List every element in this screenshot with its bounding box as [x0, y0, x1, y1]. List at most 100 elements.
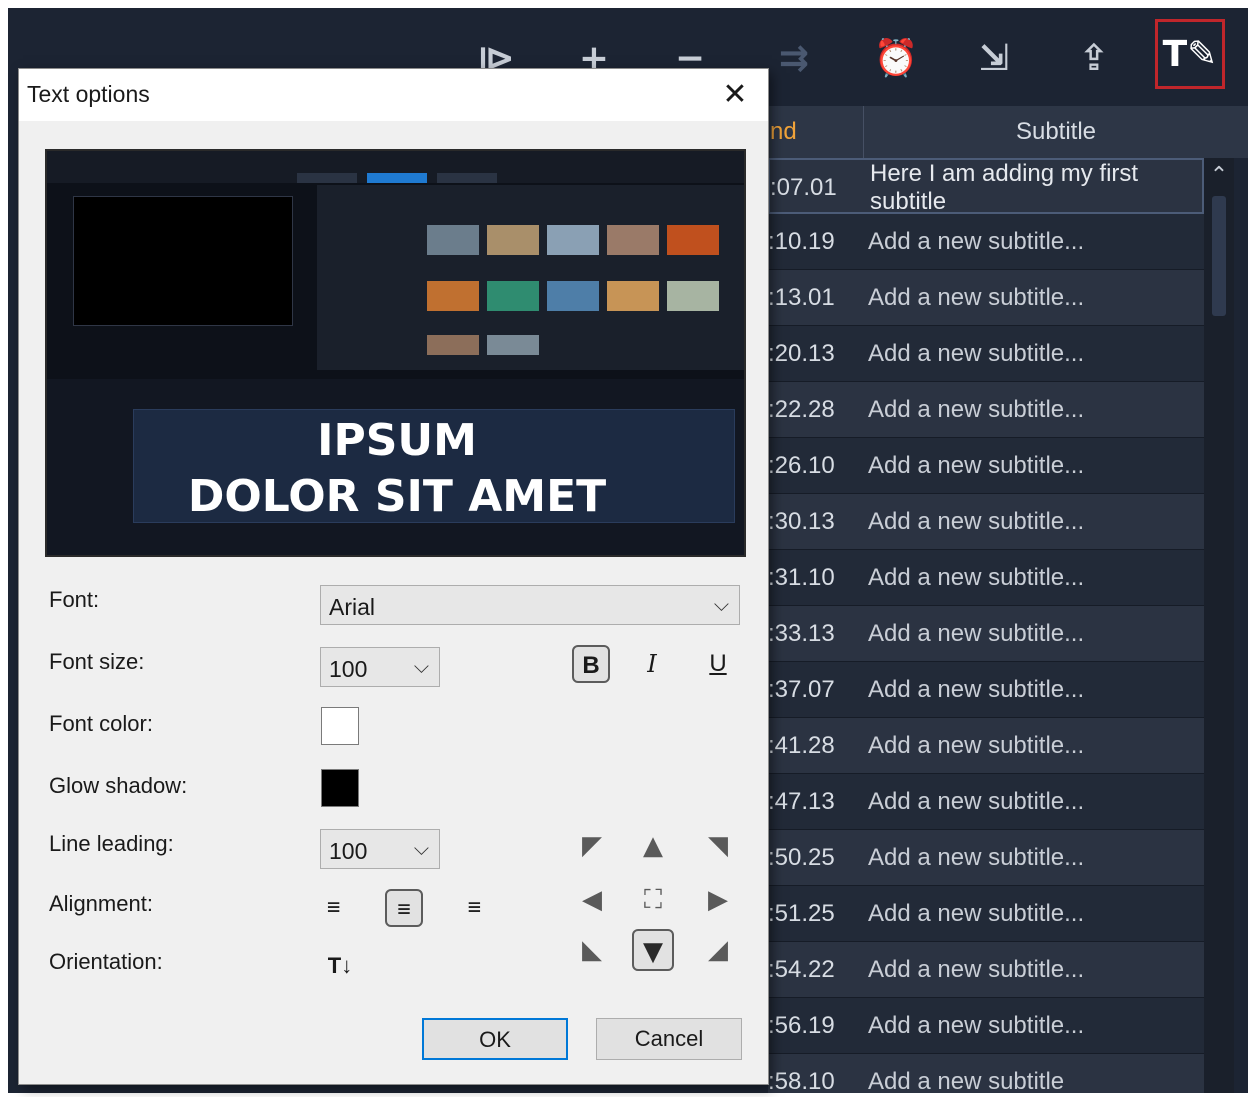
subtitle-row[interactable]: :41.28 Add a new subtitle...	[768, 718, 1204, 774]
line-leading-label: Line leading:	[49, 831, 174, 856]
subtitle-column-header[interactable]: Subtitle	[864, 106, 1248, 158]
subtitle-text-cell[interactable]: Add a new subtitle...	[868, 438, 1198, 494]
preview-thumb	[547, 225, 599, 255]
preview-thumb	[667, 281, 719, 311]
subtitle-row[interactable]: :54.22 Add a new subtitle...	[768, 942, 1204, 998]
end-time-cell[interactable]: :41.28	[768, 718, 864, 774]
end-time-cell[interactable]: :37.07	[768, 662, 864, 718]
position-top-icon[interactable]: ▲	[632, 825, 674, 867]
preview-tab	[297, 173, 357, 183]
end-time-cell[interactable]: :50.25	[768, 830, 864, 886]
subtitle-text-cell[interactable]: Add a new subtitle...	[868, 830, 1198, 886]
dialog-title: Text options	[27, 81, 150, 107]
end-time-cell[interactable]: :20.13	[768, 326, 864, 382]
position-left-icon[interactable]: ◀	[571, 879, 613, 921]
subtitle-text-cell[interactable]: Add a new subtitle...	[868, 326, 1198, 382]
subtitle-row[interactable]: :37.07 Add a new subtitle...	[768, 662, 1204, 718]
scroll-up-icon[interactable]: ⌃	[1204, 158, 1234, 192]
subtitle-text-cell[interactable]: Add a new subtitle...	[868, 942, 1198, 998]
subtitle-row[interactable]: :50.25 Add a new subtitle...	[768, 830, 1204, 886]
subtitle-row[interactable]: :47.13 Add a new subtitle...	[768, 774, 1204, 830]
preview-tab	[437, 173, 497, 183]
italic-button[interactable]: I	[633, 645, 671, 683]
font-color-swatch[interactable]	[321, 707, 359, 745]
subtitle-scrollbar[interactable]: ⌃	[1204, 158, 1234, 1093]
end-time-cell[interactable]: :56.19	[768, 998, 864, 1054]
subtitle-text-cell[interactable]: Add a new subtitle...	[868, 382, 1198, 438]
end-time-cell[interactable]: :33.13	[768, 606, 864, 662]
subtitle-row[interactable]: :07.01 Here I am adding my first subtitle	[768, 158, 1204, 214]
cancel-button[interactable]: Cancel	[596, 1018, 742, 1060]
end-time-cell[interactable]: :22.28	[768, 382, 864, 438]
preview-thumb	[667, 225, 719, 255]
end-time-cell[interactable]: :54.22	[768, 942, 864, 998]
subtitle-text-cell[interactable]: Add a new subtitle...	[868, 606, 1198, 662]
end-time-cell[interactable]: :47.13	[768, 774, 864, 830]
font-size-label: Font size:	[49, 649, 145, 674]
end-time-cell[interactable]: :10.19	[768, 214, 864, 270]
subtitle-row[interactable]: :58.10 Add a new subtitle	[768, 1054, 1204, 1093]
subtitle-text-cell[interactable]: Add a new subtitle	[868, 1054, 1198, 1093]
subtitle-row[interactable]: :51.25 Add a new subtitle...	[768, 886, 1204, 942]
scroll-thumb[interactable]	[1212, 196, 1226, 316]
orientation-icon[interactable]: T↓	[321, 947, 359, 985]
underline-button[interactable]: U	[699, 645, 737, 683]
position-right-icon[interactable]: ▶	[697, 879, 739, 921]
glow-shadow-swatch[interactable]	[321, 769, 359, 807]
close-icon[interactable]: ✕	[715, 75, 755, 115]
subtitle-row[interactable]: :20.13 Add a new subtitle...	[768, 326, 1204, 382]
end-column-header[interactable]: nd	[768, 106, 864, 158]
subtitle-text-cell[interactable]: Add a new subtitle...	[868, 550, 1198, 606]
font-size-dropdown[interactable]: 100 ⌵	[320, 647, 440, 687]
subtitle-text-cell[interactable]: Add a new subtitle...	[868, 214, 1198, 270]
position-top-left-icon[interactable]: ◤	[571, 825, 613, 867]
align-center-icon[interactable]: ≡	[385, 889, 423, 927]
font-value: Arial	[329, 594, 376, 620]
bold-button[interactable]: B	[572, 645, 610, 683]
position-center-icon[interactable]: ⛶	[632, 879, 674, 921]
position-bottom-left-icon[interactable]: ◣	[571, 929, 613, 971]
orientation-label: Orientation:	[49, 949, 163, 974]
end-time-cell[interactable]: :26.10	[768, 438, 864, 494]
end-time-cell[interactable]: :13.01	[768, 270, 864, 326]
subtitle-list: :07.01 Here I am adding my first subtitle…	[768, 158, 1204, 1093]
subtitle-row[interactable]: :30.13 Add a new subtitle...	[768, 494, 1204, 550]
end-time-cell[interactable]: :58.10	[768, 1054, 864, 1093]
end-time-cell[interactable]: :51.25	[768, 886, 864, 942]
export-subtitle-icon[interactable]: ⇪	[1066, 30, 1122, 86]
position-top-right-icon[interactable]: ◥	[697, 825, 739, 867]
chevron-down-icon: ⌵	[413, 836, 429, 860]
subtitle-text-cell[interactable]: Add a new subtitle...	[868, 774, 1198, 830]
subtitle-row[interactable]: :10.19 Add a new subtitle...	[768, 214, 1204, 270]
position-bottom-icon[interactable]: ▼	[632, 929, 674, 971]
subtitle-row[interactable]: :26.10 Add a new subtitle...	[768, 438, 1204, 494]
end-time-cell[interactable]: :30.13	[768, 494, 864, 550]
merge-subtitle-icon[interactable]: ⇉	[766, 30, 822, 86]
align-right-icon[interactable]: ≡	[449, 889, 487, 927]
dialog-titlebar: Text options ✕	[19, 69, 768, 121]
end-time-cell[interactable]: :31.10	[768, 550, 864, 606]
subtitle-text-cell[interactable]: Here I am adding my first subtitle	[870, 160, 1200, 212]
ok-button[interactable]: OK	[422, 1018, 568, 1060]
subtitle-text-cell[interactable]: Add a new subtitle...	[868, 270, 1198, 326]
subtitle-text-cell[interactable]: Add a new subtitle...	[868, 998, 1198, 1054]
subtitle-text-cell[interactable]: Add a new subtitle...	[868, 662, 1198, 718]
subtitle-row[interactable]: :31.10 Add a new subtitle...	[768, 550, 1204, 606]
align-left-icon[interactable]: ≡	[321, 889, 359, 927]
subtitle-row[interactable]: :13.01 Add a new subtitle...	[768, 270, 1204, 326]
import-subtitle-icon[interactable]: ⇲	[966, 30, 1022, 86]
subtitle-row[interactable]: :33.13 Add a new subtitle...	[768, 606, 1204, 662]
line-leading-dropdown[interactable]: 100 ⌵	[320, 829, 440, 869]
subtitle-text-cell[interactable]: Add a new subtitle...	[868, 886, 1198, 942]
subtitle-row[interactable]: :56.19 Add a new subtitle...	[768, 998, 1204, 1054]
text-options-icon[interactable]: T✎	[1155, 19, 1225, 89]
font-dropdown[interactable]: Arial ⌵	[320, 585, 740, 625]
timecode-offset-icon[interactable]: ⏰	[868, 30, 924, 86]
end-time-cell[interactable]: :07.01	[770, 160, 866, 216]
subtitle-text-cell[interactable]: Add a new subtitle...	[868, 718, 1198, 774]
preview-player	[73, 196, 293, 326]
font-size-value: 100	[329, 656, 368, 682]
subtitle-text-cell[interactable]: Add a new subtitle...	[868, 494, 1198, 550]
position-bottom-right-icon[interactable]: ◢	[697, 929, 739, 971]
subtitle-row[interactable]: :22.28 Add a new subtitle...	[768, 382, 1204, 438]
